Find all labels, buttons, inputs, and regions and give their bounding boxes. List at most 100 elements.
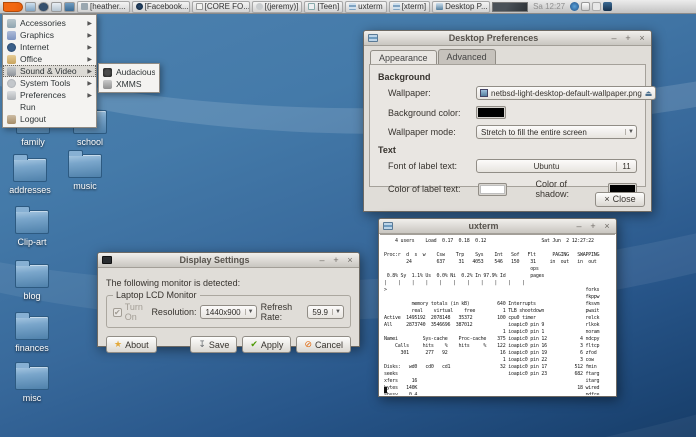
windows-launcher-icon[interactable] <box>64 2 75 12</box>
menu-item-preferences[interactable]: Preferences▶ <box>3 89 96 101</box>
taskbar-window-jeremy[interactable]: [(jeremy)] <box>252 1 303 13</box>
about-button-label: About <box>125 340 149 350</box>
star-icon: ★ <box>114 339 122 350</box>
maximize-button[interactable]: + <box>623 33 633 43</box>
apply-button[interactable]: ✔Apply <box>242 336 291 353</box>
checkbox-checked-icon[interactable]: ✔ <box>113 308 122 317</box>
wallpaper-mode-label: Wallpaper mode: <box>388 127 476 137</box>
submenu-arrow-icon: ▶ <box>87 68 92 75</box>
netbsd-flag-logo[interactable] <box>3 2 23 12</box>
minimize-button[interactable]: – <box>317 255 327 265</box>
desktop-icon-music[interactable]: music <box>56 154 114 191</box>
minimize-button[interactable]: – <box>609 33 619 43</box>
font-size: 11 <box>616 162 636 171</box>
office-icon <box>7 55 16 64</box>
chevron-down-icon: ▼ <box>332 309 343 315</box>
taskbar-window-desktop-preferences[interactable]: Desktop P... <box>432 1 490 13</box>
maximize-button[interactable]: + <box>331 255 341 265</box>
background-color-swatch[interactable] <box>476 106 506 119</box>
window-icon <box>436 3 443 10</box>
desktop-icon-addresses[interactable]: addresses <box>1 158 59 195</box>
tab-bar: Appearance Advanced <box>364 46 651 65</box>
systat-vmstat-output: 4 users Load 0.17 0.18 0.12 Sat Jun 2 12… <box>384 238 615 395</box>
menu-item-internet[interactable]: Internet▶ <box>3 41 96 53</box>
refresh-rate-label: Refresh Rate: <box>261 302 304 322</box>
about-button[interactable]: ★About <box>106 336 157 353</box>
titlebar[interactable]: Desktop Preferences – + × <box>364 31 651 46</box>
taskbar-window-facebook[interactable]: [Facebook... <box>132 1 190 13</box>
close-button[interactable]: × <box>345 255 355 265</box>
applications-menu: Accessories▶ Graphics▶ Internet▶ Office▶… <box>2 14 97 128</box>
wallpaper-file-chooser[interactable]: netbsd-light-desktop-default-wallpaper.p… <box>476 86 656 100</box>
submenu-item-xmms[interactable]: XMMS <box>99 78 159 90</box>
close-button[interactable]: × <box>602 221 612 231</box>
desktop-icon-misc[interactable]: misc <box>3 366 61 403</box>
menu-item-label: Preferences <box>20 90 83 100</box>
tray-notes-icon[interactable] <box>592 2 601 11</box>
submenu-arrow-icon: ▶ <box>87 32 92 39</box>
color-fill <box>478 108 504 117</box>
terminal-viewport[interactable]: 4 users Load 0.17 0.18 0.12 Sat Jun 2 12… <box>380 234 615 395</box>
wallpaper-filename: netbsd-light-desktop-default-wallpaper.p… <box>491 89 642 98</box>
desktop-icon-label: blog <box>23 291 40 301</box>
submenu-arrow-icon: ▶ <box>87 44 92 51</box>
desktop-icon-finances[interactable]: finances <box>3 316 61 353</box>
close-button[interactable]: × <box>637 33 647 43</box>
menu-item-sound-and-video[interactable]: Sound & Video▶ <box>3 65 96 77</box>
shadow-color-label: Color of shadow: <box>535 179 601 199</box>
cancel-button[interactable]: ⊘Cancel <box>296 336 351 353</box>
accessories-icon <box>7 19 16 28</box>
titlebar[interactable]: uxterm – + × <box>379 219 616 234</box>
window-title: Desktop Preferences <box>382 33 605 43</box>
desktop-icon-clip-art[interactable]: Clip-art <box>3 210 61 247</box>
resolution-select[interactable]: 1440x900 ▼ <box>200 305 256 319</box>
check-icon: ✔ <box>250 339 258 350</box>
cancel-button-label: Cancel <box>315 340 343 350</box>
desktop-icon-blog[interactable]: blog <box>3 264 61 301</box>
menu-item-graphics[interactable]: Graphics▶ <box>3 29 96 41</box>
taskbar-window-core-fo[interactable]: [CORE FO... <box>192 1 250 13</box>
taskbar-window-heather[interactable]: [heather... <box>77 1 130 13</box>
tab-advanced[interactable]: Advanced <box>438 49 496 65</box>
menu-item-office[interactable]: Office▶ <box>3 53 96 65</box>
turn-on-control: ✔ Turn On <box>113 302 147 322</box>
folder-icon <box>68 154 102 178</box>
wallpaper-mode-select[interactable]: Stretch to fill the entire screen ▼ <box>476 125 637 139</box>
label-color-swatch[interactable] <box>478 183 507 196</box>
taskbar-window-label: [heather... <box>90 2 126 11</box>
tray-network-icon[interactable] <box>570 2 579 11</box>
menu-item-run[interactable]: Run <box>3 101 96 113</box>
font-label: Font of label text: <box>388 161 476 171</box>
menu-item-system-tools[interactable]: System Tools▶ <box>3 77 96 89</box>
wallpaper-mode-value: Stretch to fill the entire screen <box>477 128 625 137</box>
tray-volume-icon[interactable] <box>581 2 590 11</box>
taskbar-window-teen[interactable]: [Teen] <box>304 1 343 13</box>
font-picker-button[interactable]: Ubuntu 11 <box>476 159 637 173</box>
maximize-button[interactable]: + <box>588 221 598 231</box>
taskbar: [heather... [Facebook... [CORE FO... [(j… <box>0 0 696 14</box>
workspace-pager[interactable] <box>492 2 528 12</box>
submenu-item-audacious[interactable]: Audacious <box>99 66 159 78</box>
eject-icon[interactable]: ⏏ <box>645 89 653 98</box>
folder-icon <box>15 366 49 390</box>
logout-icon <box>7 115 16 124</box>
window-title: Display Settings <box>116 255 313 265</box>
menu-item-logout[interactable]: Logout <box>3 113 96 125</box>
window-icon <box>136 3 143 10</box>
folder-icon <box>15 264 49 288</box>
minimize-button[interactable]: – <box>574 221 584 231</box>
save-button[interactable]: ↧Save <box>190 336 237 353</box>
refresh-rate-select[interactable]: 59.9 ▼ <box>307 305 344 319</box>
close-dialog-button[interactable]: ×Close <box>595 192 645 207</box>
folder-icon <box>13 158 47 182</box>
titlebar[interactable]: Display Settings – + × <box>98 253 359 268</box>
taskbar-window-uxterm[interactable]: uxterm <box>345 1 386 13</box>
terminal-icon <box>393 3 400 10</box>
show-desktop-icon[interactable] <box>25 2 36 12</box>
terminal-launcher-icon[interactable] <box>51 2 62 12</box>
chevron-down-icon: ▼ <box>245 309 256 315</box>
menu-item-accessories[interactable]: Accessories▶ <box>3 17 96 29</box>
browser-launcher-icon[interactable] <box>38 2 49 12</box>
taskbar-window-xterm[interactable]: [xterm] <box>389 1 430 13</box>
tray-monitor-icon[interactable] <box>603 2 612 11</box>
